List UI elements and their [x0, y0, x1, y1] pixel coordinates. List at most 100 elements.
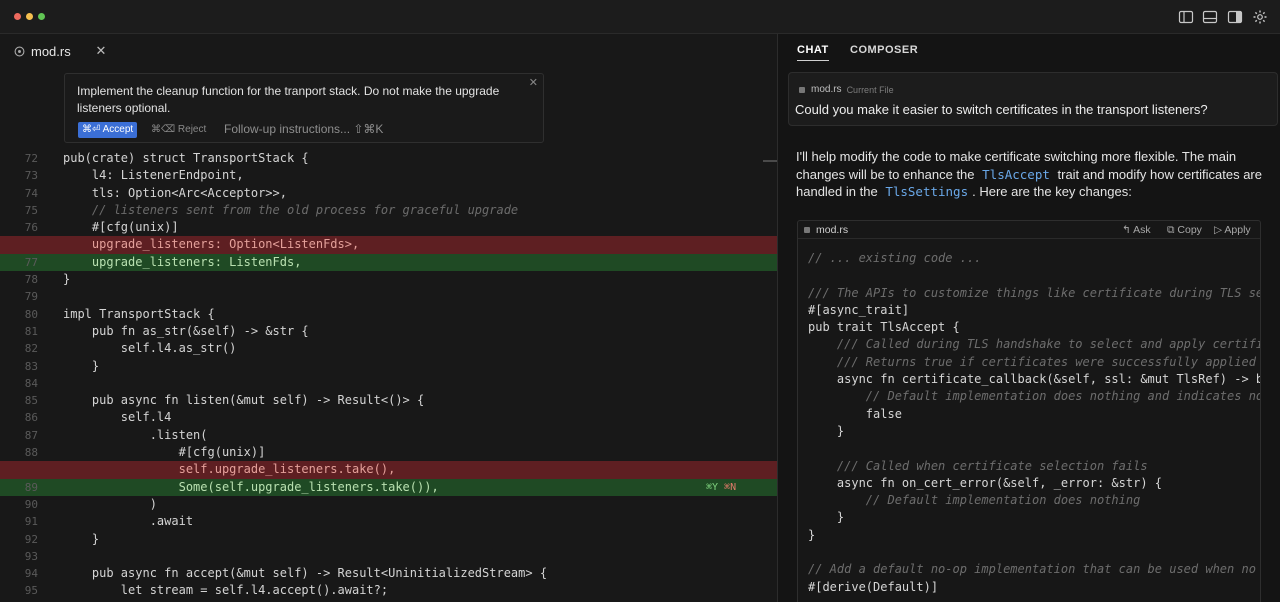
- code-line[interactable]: 87 .listen(: [0, 427, 777, 444]
- line-number: 95: [24, 584, 38, 598]
- code-line[interactable]: 92 }: [0, 531, 777, 548]
- accept-diff-shortcut[interactable]: ⌘Y: [706, 482, 718, 493]
- code-line[interactable]: 88 #[cfg(unix)]: [0, 444, 777, 461]
- tab-composer[interactable]: COMPOSER: [850, 44, 918, 56]
- diff-added-line[interactable]: 89 Some(self.upgrade_listeners.take()), ⌘…: [0, 478, 777, 496]
- code-block-file: mod.rs: [804, 224, 848, 236]
- ask-button[interactable]: ↰ Ask: [1122, 224, 1151, 236]
- diff-added-line[interactable]: 77 upgrade_listeners: ListenFds,: [0, 253, 777, 272]
- file-context-chip[interactable]: mod.rs Current File: [799, 84, 894, 95]
- line-number: 84: [24, 376, 38, 390]
- window-maximize-button[interactable]: [38, 13, 45, 20]
- line-text: tls: Option<Arc<Acceptor>>,: [63, 185, 287, 200]
- followup-input[interactable]: Follow-up instructions... ⇧⌘K: [224, 120, 383, 138]
- code-block-line: [808, 267, 1260, 284]
- tab-chat[interactable]: CHAT: [797, 44, 829, 61]
- inline-code-tlsaccept: TlsAccept: [982, 166, 1050, 182]
- user-message-text: Could you make it easier to switch certi…: [795, 102, 1208, 117]
- code-block-line: pub trait TlsAccept {: [808, 320, 960, 335]
- title-bar: [0, 0, 1280, 34]
- reject-diff-shortcut[interactable]: ⌘N: [724, 482, 736, 493]
- line-number: 88: [24, 446, 38, 460]
- code-block-line: async fn certificate_callback(&self, ssl…: [808, 372, 1261, 387]
- line-text: l4: ListenerEndpoint,: [63, 168, 244, 183]
- line-number: 94: [24, 567, 38, 581]
- code-lines[interactable]: 72 pub(crate) struct TransportStack {73 l…: [0, 150, 777, 600]
- line-text: pub async fn listen(&mut self) -> Result…: [63, 393, 425, 408]
- code-line[interactable]: 85 pub async fn listen(&mut self) -> Res…: [0, 392, 777, 409]
- code-line[interactable]: 75 // listeners sent from the old proces…: [0, 202, 777, 219]
- prompt-close-icon[interactable]: ✕: [529, 76, 538, 89]
- sidebar-left-icon[interactable]: [1178, 9, 1194, 25]
- code-line[interactable]: 82 self.l4.as_str(): [0, 340, 777, 357]
- code-line[interactable]: 86 self.l4: [0, 409, 777, 426]
- code-line[interactable]: 95 let stream = self.l4.accept().await?;: [0, 582, 777, 599]
- code-block-line: // Default implementation does nothing a…: [808, 389, 1261, 404]
- code-line[interactable]: 84: [0, 375, 777, 392]
- code-line[interactable]: 81 pub fn as_str(&self) -> &str {: [0, 323, 777, 340]
- code-block-line: /// Called when certificate selection fa…: [808, 458, 1148, 473]
- code-block-line: // Add a default no-op implementation th…: [808, 562, 1261, 577]
- line-text: }: [63, 358, 100, 373]
- code-block-line: #[async_trait]: [808, 302, 910, 317]
- code-block-line: }: [808, 510, 845, 525]
- sidebar-right-icon[interactable]: [1227, 9, 1243, 25]
- diff-shortcut-hints: ⌘Y ⌘N: [706, 479, 742, 496]
- code-block-line: [808, 544, 1260, 561]
- code-line[interactable]: 79: [0, 288, 777, 305]
- user-message: mod.rs Current File Could you make it ea…: [788, 72, 1278, 126]
- diff-removed-line[interactable]: upgrade_listeners: Option<ListenFds>,: [0, 236, 777, 254]
- code-block-line: [808, 440, 1260, 457]
- code-line[interactable]: 90 ): [0, 496, 777, 513]
- window-close-button[interactable]: [14, 13, 21, 20]
- code-block-lines[interactable]: // ... existing code ... /// The APIs to …: [808, 250, 1261, 596]
- rust-file-icon: [14, 46, 25, 57]
- code-block-file-label: mod.rs: [816, 224, 849, 236]
- code-line[interactable]: 73 l4: ListenerEndpoint,: [0, 167, 777, 184]
- line-text: }: [63, 531, 100, 546]
- scroll-marker: [763, 160, 777, 162]
- line-number: 74: [24, 186, 38, 200]
- code-block-line: /// Called during TLS handshake to selec…: [808, 337, 1261, 352]
- line-number: 87: [24, 428, 38, 442]
- code-block-line: async fn on_cert_error(&self, _error: &s…: [808, 475, 1163, 490]
- accept-button[interactable]: ⌘⏎ Accept: [78, 122, 138, 138]
- line-text: upgrade_listeners: ListenFds,: [63, 254, 302, 269]
- code-block-line: }: [808, 527, 816, 542]
- line-number: 73: [24, 169, 38, 183]
- tab-close-icon[interactable]: ✕: [94, 44, 108, 58]
- window-minimize-button[interactable]: [26, 13, 33, 20]
- code-line[interactable]: 78}: [0, 271, 777, 288]
- line-text: Some(self.upgrade_listeners.take()),: [63, 479, 439, 494]
- line-text: }: [63, 272, 71, 287]
- line-number: 76: [24, 221, 38, 235]
- line-number: 75: [24, 203, 38, 217]
- code-line[interactable]: 80 impl TransportStack {: [0, 306, 777, 323]
- code-line[interactable]: 91 .await: [0, 513, 777, 530]
- file-chip-sub: Current File: [846, 84, 894, 95]
- line-number: 82: [24, 342, 38, 356]
- assistant-reply: I'll help modify the code to make certif…: [796, 148, 1266, 201]
- inline-code-tlssettings: TlsSettings: [885, 184, 969, 199]
- code-line[interactable]: 93: [0, 548, 777, 565]
- code-line[interactable]: 76 #[cfg(unix)]: [0, 219, 777, 236]
- code-line[interactable]: 94 pub async fn accept(&mut self) -> Res…: [0, 565, 777, 582]
- code-line[interactable]: 72 pub(crate) struct TransportStack {: [0, 150, 777, 167]
- tab-mod-rs[interactable]: mod.rs ✕: [0, 34, 115, 68]
- line-text: self.l4.as_str(): [63, 341, 237, 356]
- code-line[interactable]: 83 }: [0, 358, 777, 375]
- copy-button[interactable]: ⧉ Copy: [1167, 224, 1202, 237]
- prompt-text: Implement the cleanup function for the t…: [77, 84, 500, 115]
- tab-label: mod.rs: [31, 43, 71, 59]
- code-line[interactable]: 74 tls: Option<Arc<Acceptor>>,: [0, 185, 777, 202]
- reject-button[interactable]: ⌘⌫ Reject: [151, 122, 206, 138]
- code-block-line: false: [808, 406, 902, 421]
- code-block-line: /// Returns true if certificates were su…: [808, 354, 1256, 369]
- reply-code-block: mod.rs ↰ Ask ⧉ Copy ▷ Apply // ... exist…: [797, 220, 1261, 602]
- line-text: #[cfg(unix)]: [63, 220, 179, 235]
- apply-button[interactable]: ▷ Apply: [1214, 224, 1251, 236]
- diff-removed-line[interactable]: self.upgrade_listeners.take(),: [0, 461, 777, 479]
- panel-bottom-icon[interactable]: [1202, 9, 1218, 25]
- line-text: pub(crate) struct TransportStack {: [63, 151, 309, 165]
- gear-icon[interactable]: [1252, 9, 1268, 25]
